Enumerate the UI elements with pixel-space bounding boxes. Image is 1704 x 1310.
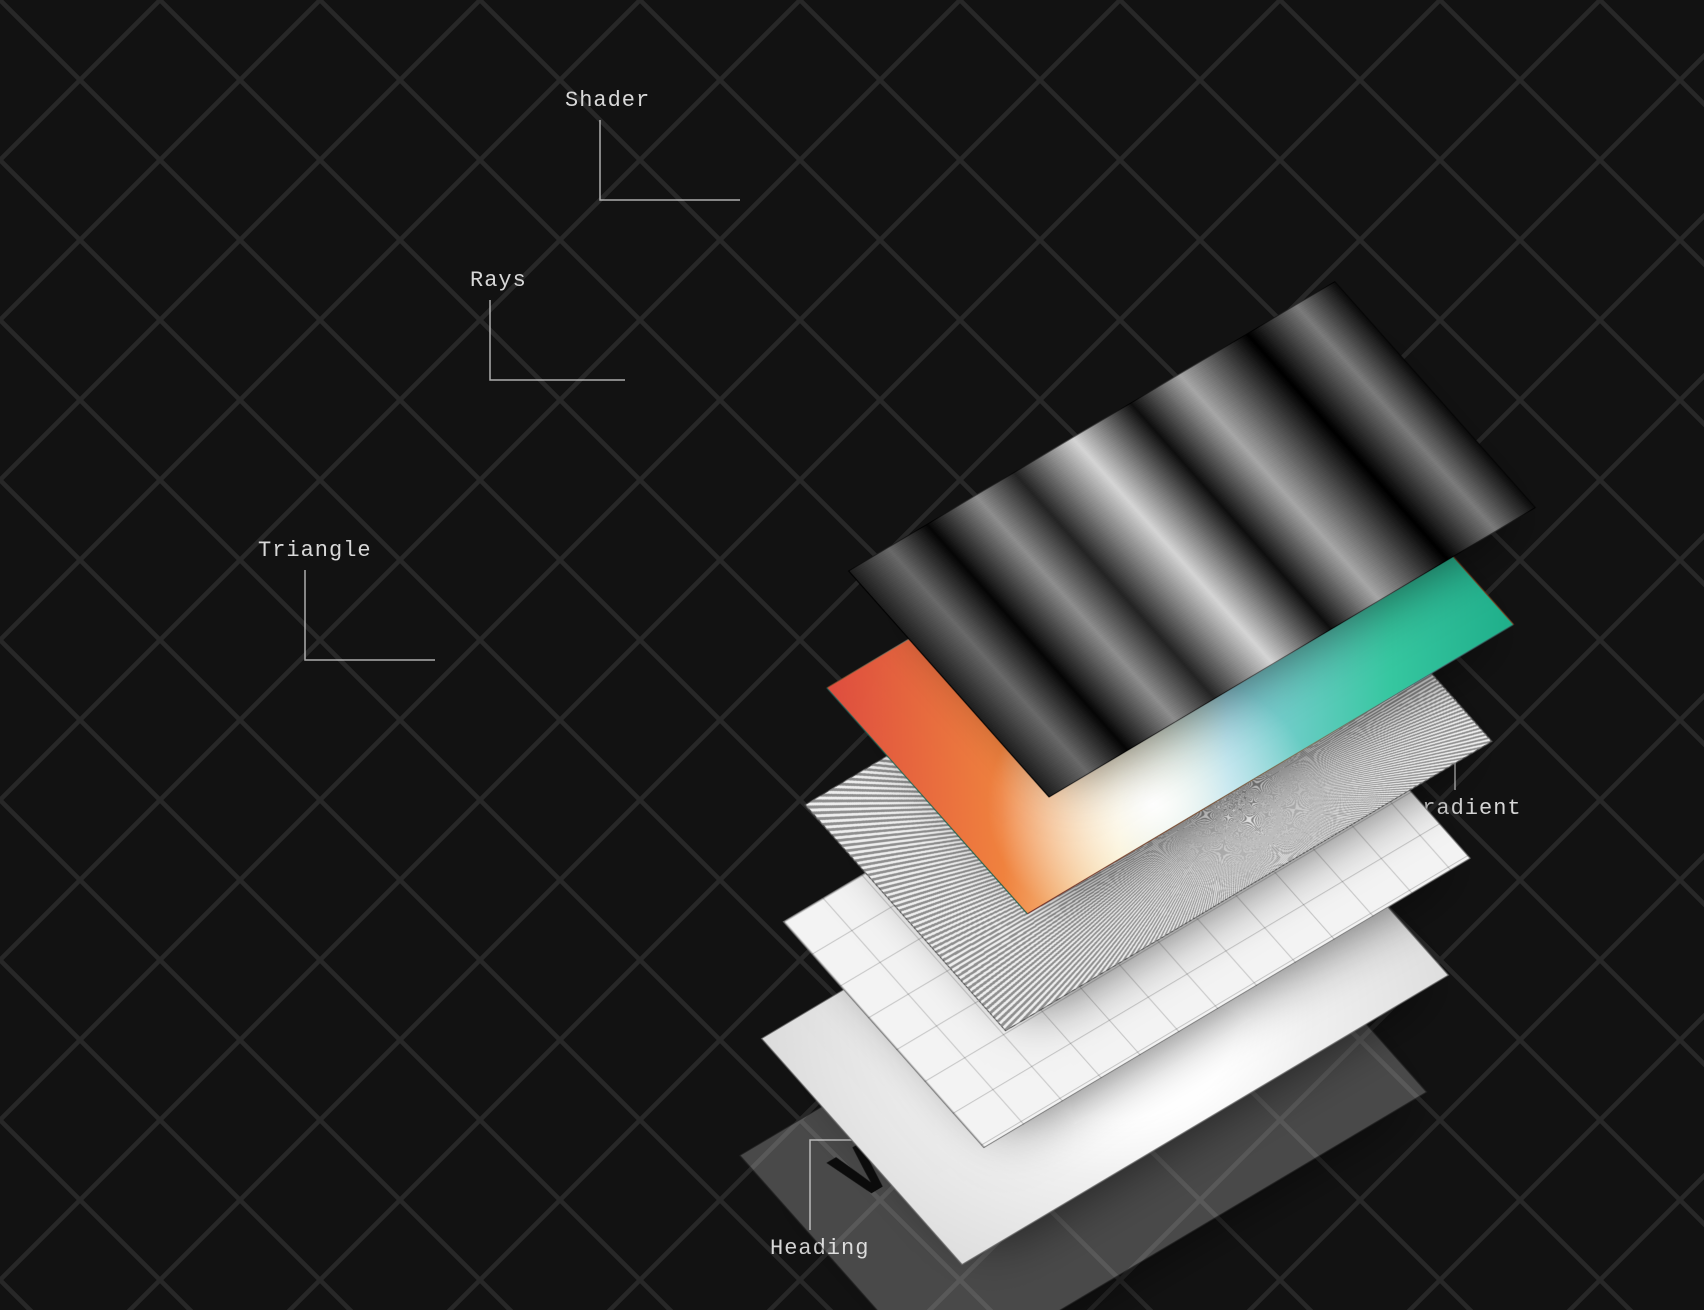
label-triangle: Triangle [258,538,372,563]
layer-diagram: Shader Rays Triangle Gradient Grid Headi… [0,0,1704,1310]
label-shader: Shader [565,88,650,113]
label-rays: Rays [470,268,527,293]
